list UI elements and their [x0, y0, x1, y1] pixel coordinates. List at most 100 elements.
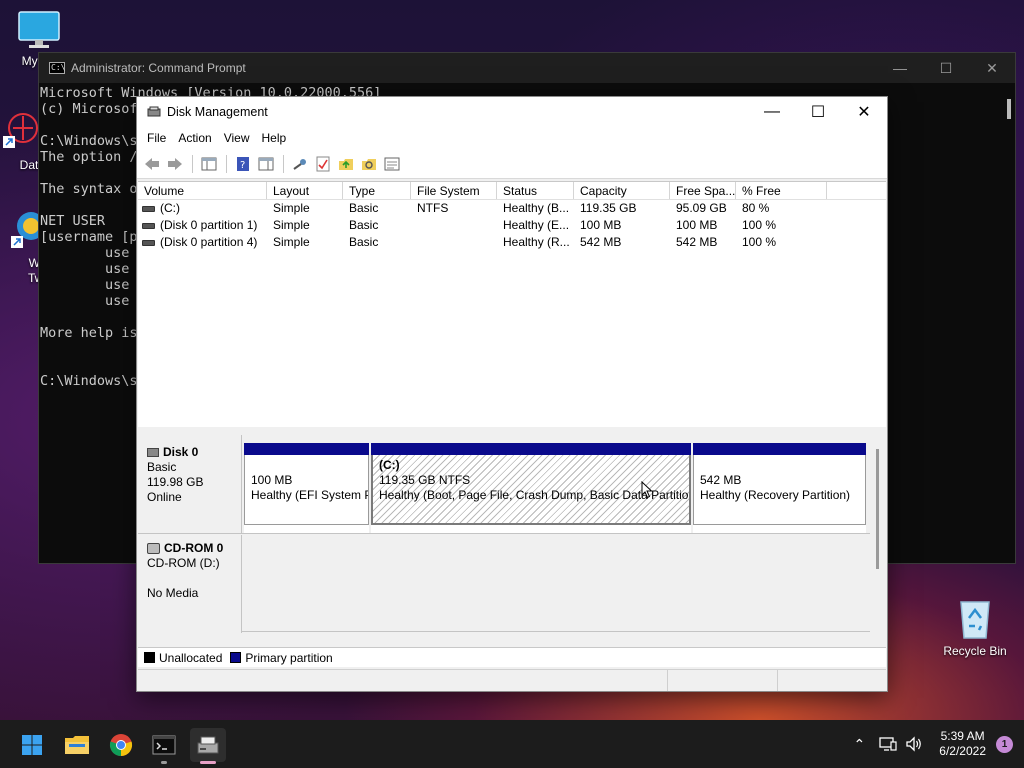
maximize-icon[interactable]: ☐ — [923, 60, 969, 77]
minimize-icon[interactable]: — — [877, 60, 923, 77]
partition-size: 119.35 GB NTFS — [379, 473, 471, 487]
desktop-icon-recycle-bin[interactable]: Recycle Bin — [936, 596, 1014, 658]
partition-efi[interactable]: 100 MB Healthy (EFI System Partition) — [244, 443, 369, 533]
volume-file-system — [411, 217, 497, 234]
search-folder-button[interactable] — [358, 153, 380, 175]
cdrom-0-info[interactable]: CD-ROM 0 CD-ROM (D:) No Media — [138, 535, 242, 633]
disk-0-type: Basic — [147, 460, 177, 474]
help-button[interactable]: ? — [232, 153, 254, 175]
notification-badge[interactable]: 1 — [996, 735, 1013, 753]
check-button[interactable] — [312, 153, 334, 175]
menu-help[interactable]: Help — [256, 131, 293, 145]
legend-unallocated: Unallocated — [159, 650, 223, 665]
show-hide-action-pane-button[interactable] — [255, 153, 277, 175]
table-row[interactable]: (Disk 0 partition 1) Simple Basic Health… — [138, 217, 886, 234]
volume-speaker-icon[interactable] — [905, 736, 923, 752]
volume-capacity: 100 MB — [580, 218, 622, 232]
legend-primary-partition: Primary partition — [245, 650, 333, 665]
volume-free-space: 100 MB — [676, 218, 718, 232]
volume-name: (Disk 0 partition 4) — [160, 235, 258, 249]
up-folder-button[interactable] — [335, 153, 357, 175]
help-book-icon: ? — [237, 156, 249, 171]
toolbar-separator — [192, 154, 193, 173]
back-button[interactable] — [141, 153, 163, 175]
volume-status: Healthy (R... — [503, 235, 570, 249]
taskbar-disk-management[interactable] — [190, 728, 226, 764]
table-row[interactable]: (Disk 0 partition 4) Simple Basic Health… — [138, 234, 886, 251]
hard-disk-icon — [147, 448, 159, 457]
dm-titlebar[interactable]: Disk Management — ☐ ✕ — [137, 97, 887, 127]
cmd-titlebar[interactable]: C:\ Administrator: Command Prompt — ☐ ✕ — [39, 53, 1015, 83]
taskbar-chrome[interactable] — [103, 728, 139, 762]
connect-button[interactable] — [289, 153, 311, 175]
start-button[interactable] — [14, 728, 50, 762]
disk-0-row[interactable]: Disk 0 Basic 119.98 GB Online 100 MB Hea… — [138, 435, 866, 533]
cmd-scrollbar[interactable] — [1007, 99, 1011, 119]
disk-management-window[interactable]: Disk Management — ☐ ✕ File Action View H… — [136, 96, 888, 692]
desktop-icon-label: Recycle Bin — [943, 644, 1007, 658]
taskbar-file-explorer[interactable] — [59, 728, 95, 762]
close-button[interactable]: ✕ — [841, 97, 887, 127]
volume-percent-free: 80 % — [742, 201, 770, 215]
svg-text:?: ? — [240, 160, 245, 171]
volume-drive-icon — [142, 239, 155, 246]
menu-file[interactable]: File — [141, 131, 172, 145]
taskbar-command-prompt[interactable] — [146, 728, 182, 764]
show-hide-console-tree-button[interactable] — [198, 153, 220, 175]
cdrom-0-area[interactable] — [242, 535, 870, 633]
properties-button[interactable] — [381, 153, 403, 175]
partition-size: 542 MB — [700, 473, 742, 487]
column-volume[interactable]: Volume — [138, 182, 267, 199]
volume-file-system — [411, 234, 497, 251]
column-file-system[interactable]: File System — [411, 182, 497, 199]
cdrom-0-name: CD-ROM 0 — [164, 541, 224, 555]
taskbar: ⌃ 5:39 AM 6/2/2022 1 — [0, 720, 1024, 768]
partition-bar — [371, 443, 691, 455]
folder-up-icon — [339, 158, 353, 170]
volume-list: Volume Layout Type File System Status Ca… — [138, 181, 886, 427]
column-layout[interactable]: Layout — [267, 182, 343, 199]
checklist-icon — [316, 156, 330, 171]
cdrom-0-row[interactable]: CD-ROM 0 CD-ROM (D:) No Media — [138, 535, 870, 633]
legend-swatch-unallocated — [144, 652, 155, 663]
column-type[interactable]: Type — [343, 182, 411, 199]
column-status[interactable]: Status — [497, 182, 574, 199]
mouse-cursor-icon — [641, 481, 653, 499]
forward-arrow-icon — [168, 157, 182, 170]
minimize-button[interactable]: — — [749, 97, 795, 127]
partition-status: Healthy (Boot, Page File, Crash Dump, Ba… — [379, 488, 691, 502]
monitor-icon — [18, 11, 60, 48]
partition-label: (C:) — [379, 458, 400, 472]
toolbar-separator — [283, 154, 284, 173]
menu-view[interactable]: View — [218, 131, 256, 145]
chrome-icon — [109, 734, 133, 757]
menu-action[interactable]: Action — [172, 131, 217, 145]
disk-0-name: Disk 0 — [163, 445, 199, 459]
table-row[interactable]: (C:) Simple Basic NTFS Healthy (B... 119… — [138, 200, 886, 217]
network-icon[interactable] — [879, 736, 897, 752]
close-icon[interactable]: ✕ — [969, 60, 1015, 77]
disk-management-icon — [197, 736, 219, 754]
column-free-space[interactable]: Free Spa... — [670, 182, 736, 199]
disk-view-scrollbar[interactable] — [876, 449, 879, 569]
column-capacity[interactable]: Capacity — [574, 182, 670, 199]
status-bar — [138, 669, 886, 691]
clock[interactable]: 5:39 AM 6/2/2022 — [939, 729, 986, 759]
disk-0-info[interactable]: Disk 0 Basic 119.98 GB Online — [138, 435, 242, 533]
legend-swatch-primary — [230, 652, 242, 663]
system-tray: ⌃ 5:39 AM 6/2/2022 1 — [854, 720, 1024, 768]
clock-time: 5:39 AM — [940, 729, 985, 743]
volume-drive-icon — [142, 222, 155, 229]
folder-icon — [65, 736, 89, 754]
maximize-button[interactable]: ☐ — [795, 97, 841, 127]
datawarehouse-icon — [3, 113, 38, 148]
volume-file-system: NTFS — [417, 201, 449, 215]
column-percent-free[interactable]: % Free — [736, 182, 827, 199]
forward-button[interactable] — [164, 153, 186, 175]
toolbar-separator — [226, 154, 227, 173]
partition-recovery[interactable]: 542 MB Healthy (Recovery Partition) — [693, 443, 866, 533]
volume-status: Healthy (B... — [503, 201, 570, 215]
volume-free-space: 95.09 GB — [676, 201, 727, 215]
running-indicator — [161, 761, 167, 764]
chevron-up-icon[interactable]: ⌃ — [854, 736, 866, 753]
